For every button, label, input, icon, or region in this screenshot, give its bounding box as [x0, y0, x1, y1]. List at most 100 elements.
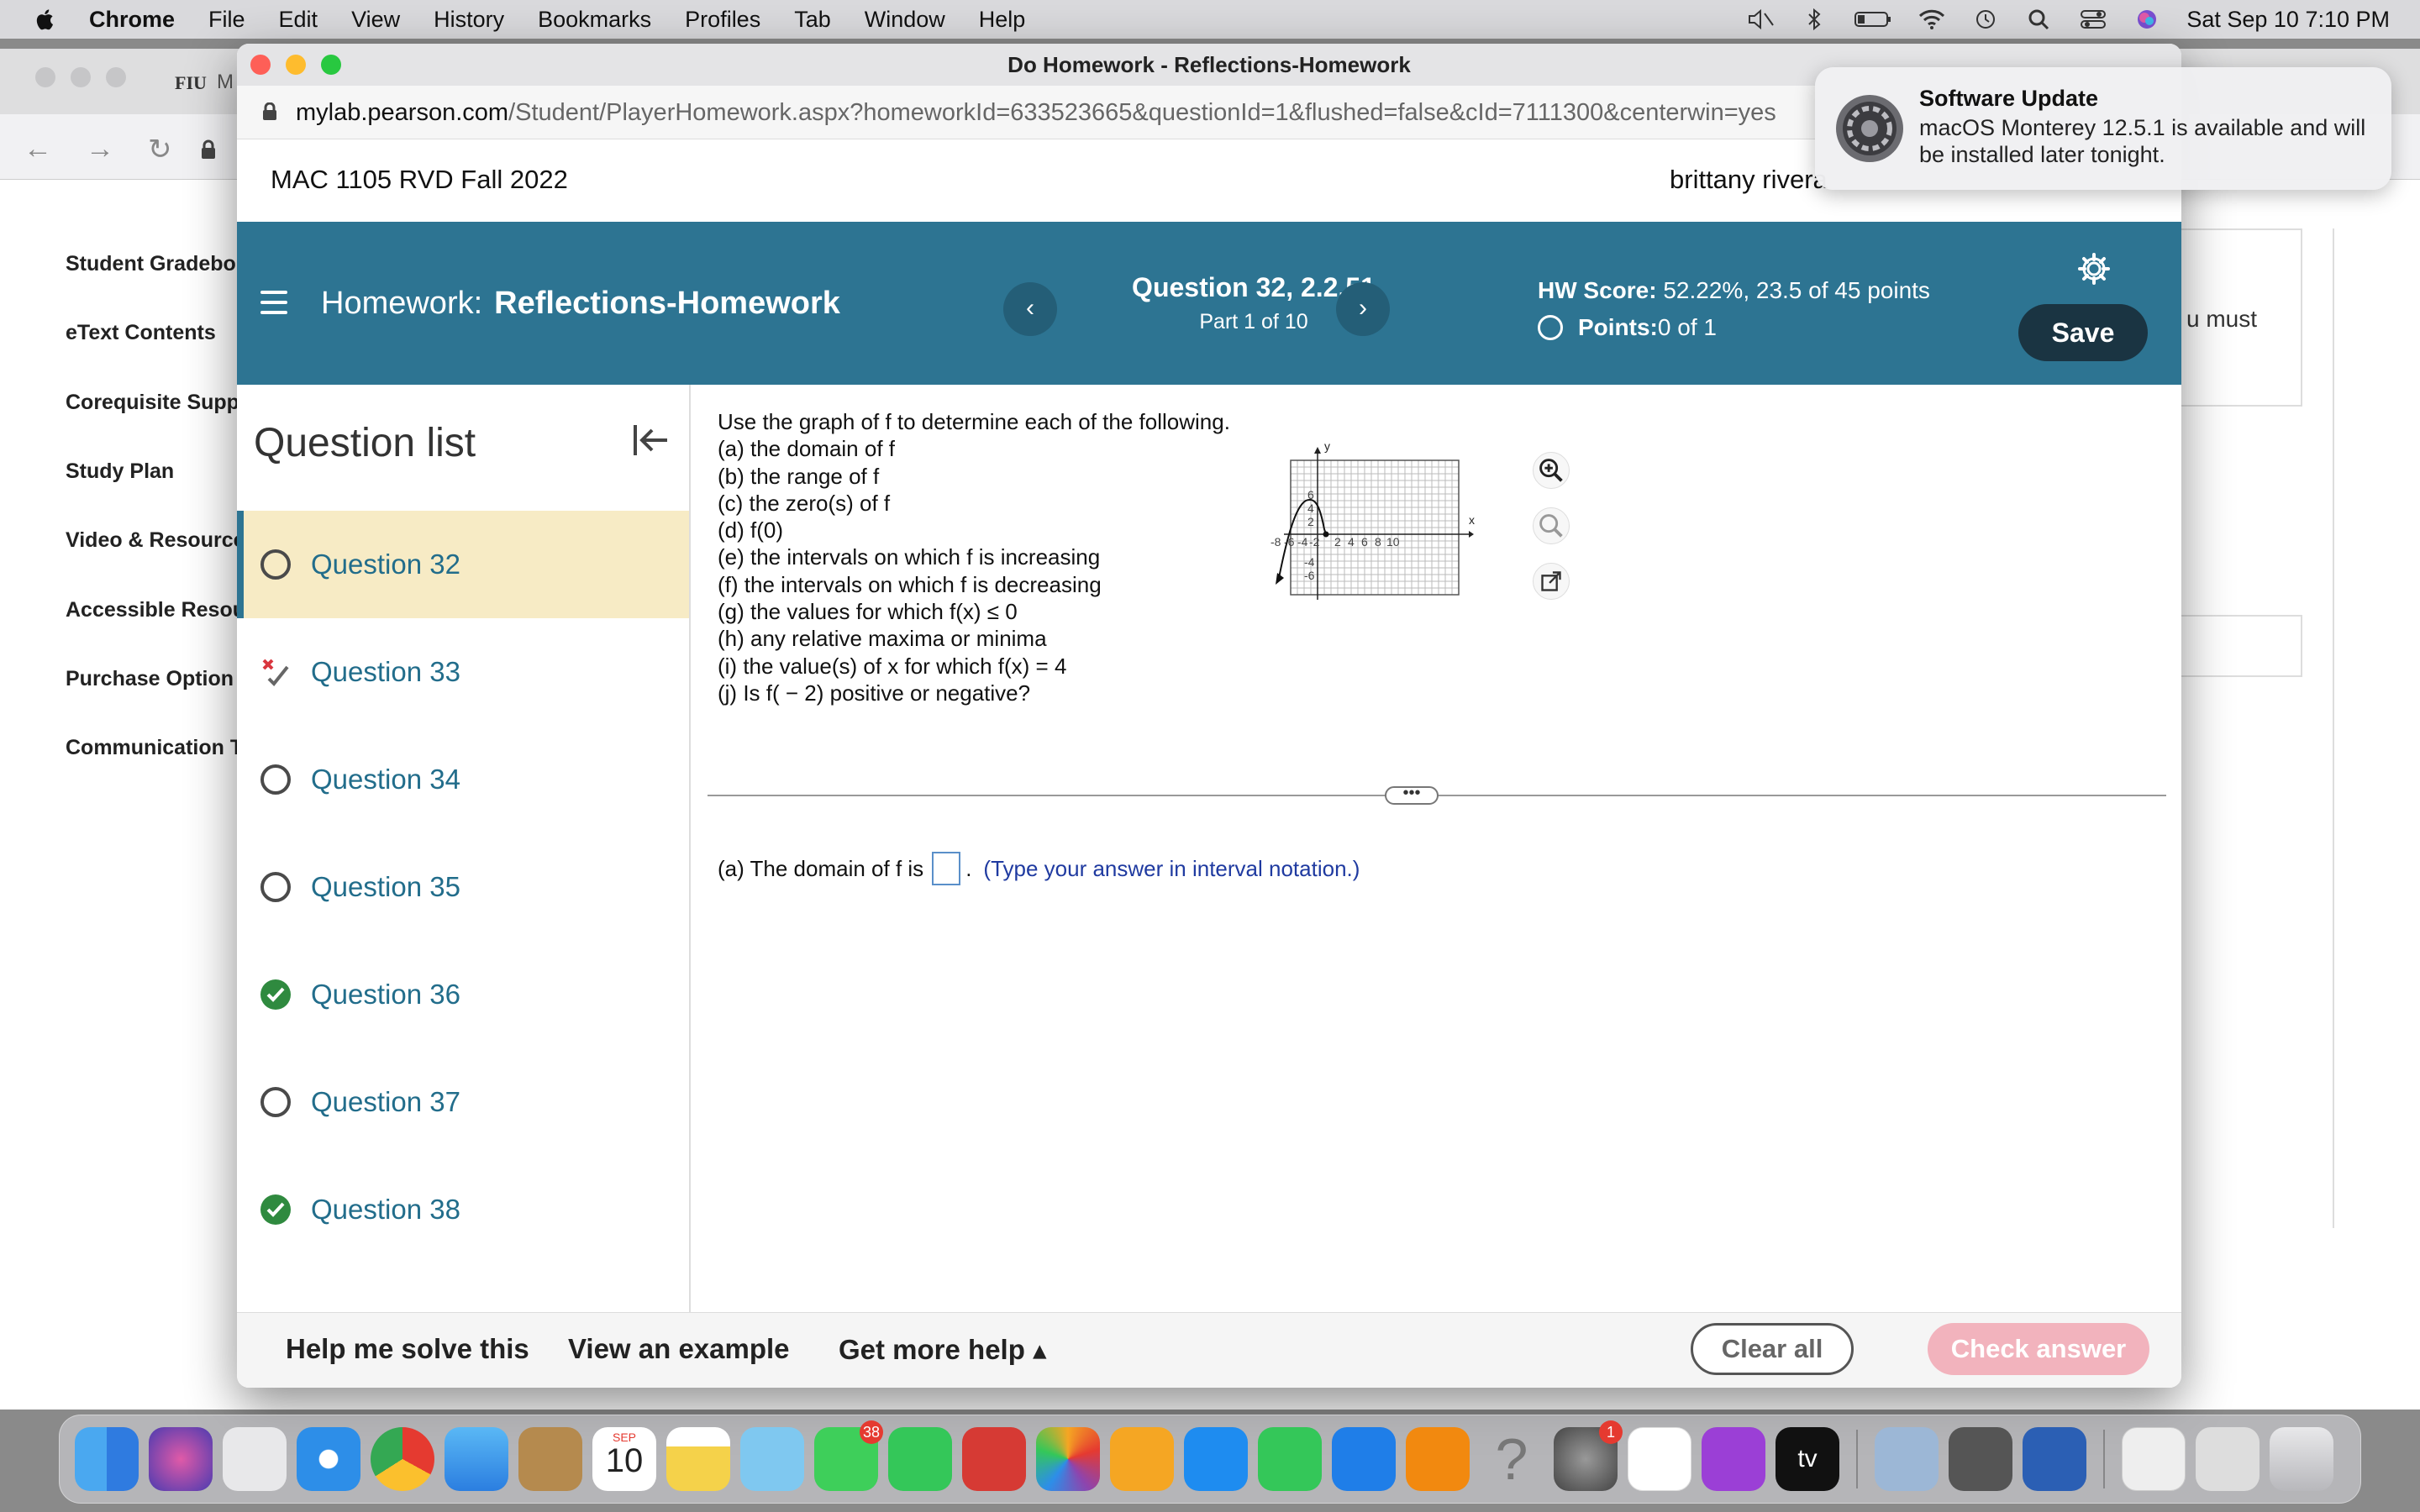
safari-icon[interactable] — [297, 1427, 360, 1491]
bg-right-text: u must — [2186, 306, 2258, 332]
back-arrow-icon[interactable]: ← — [24, 133, 52, 166]
bg-nav-etext[interactable]: eText Contents — [66, 321, 216, 345]
mute-icon[interactable] — [1746, 8, 1775, 30]
numbers-icon[interactable] — [1258, 1427, 1322, 1491]
notes-icon[interactable] — [666, 1427, 730, 1491]
close-window-button[interactable] — [250, 55, 271, 75]
bg-nav-purchase-options[interactable]: Purchase Option — [66, 667, 234, 691]
help-question-icon[interactable]: ? — [1480, 1427, 1544, 1491]
finder-icon[interactable] — [75, 1427, 139, 1491]
bg-zoom-dot[interactable] — [106, 67, 126, 87]
bg-tab-title[interactable]: M — [217, 71, 234, 94]
question-item-37[interactable]: Question 37 — [237, 1048, 689, 1156]
domain-answer-input[interactable] — [932, 852, 961, 885]
spotlight-search-icon[interactable] — [2025, 8, 2054, 30]
menu-window[interactable]: Window — [865, 7, 945, 33]
trash-icon[interactable] — [2270, 1427, 2333, 1491]
system-preferences-dock-icon[interactable]: 1 — [1554, 1420, 1623, 1491]
bg-nav-gradebook[interactable]: Student Gradebo — [66, 252, 236, 276]
preview-icon[interactable] — [1875, 1427, 1939, 1491]
get-more-help-button[interactable]: Get more help ▴ — [839, 1333, 1047, 1366]
minimize-window-button[interactable] — [286, 55, 306, 75]
collapse-panel-icon[interactable] — [630, 420, 671, 460]
zoom-in-icon[interactable] — [1533, 452, 1570, 489]
books-icon[interactable] — [1406, 1427, 1470, 1491]
software-update-notification[interactable]: Software Update macOS Monterey 12.5.1 is… — [1815, 67, 2391, 190]
apple-tv-icon[interactable]: tv — [1776, 1427, 1839, 1491]
reload-icon[interactable]: ↻ — [148, 133, 172, 166]
resize-handle[interactable]: ••• — [1385, 785, 1439, 805]
next-question-button[interactable]: › — [1336, 282, 1390, 336]
bg-close-dot[interactable] — [35, 67, 55, 87]
siri-icon[interactable] — [2133, 8, 2161, 30]
question-item-34[interactable]: Question 34 — [237, 726, 689, 833]
bg-nav-corequisite[interactable]: Corequisite Supp — [66, 391, 239, 415]
podcasts-icon[interactable] — [1702, 1427, 1765, 1491]
control-center-icon[interactable] — [2079, 8, 2107, 30]
apple-icon[interactable] — [32, 6, 59, 33]
forward-arrow-icon[interactable]: → — [86, 133, 114, 166]
question-item-36[interactable]: Question 36 — [237, 941, 689, 1048]
launchpad-icon[interactable] — [223, 1427, 287, 1491]
menu-edit[interactable]: Edit — [279, 7, 318, 33]
time-machine-icon[interactable] — [1971, 8, 2000, 30]
chrome-icon[interactable] — [371, 1427, 434, 1491]
photos-icon[interactable] — [1036, 1427, 1100, 1491]
bluetooth-icon[interactable] — [1800, 8, 1828, 30]
menu-profiles[interactable]: Profiles — [685, 7, 760, 33]
calculator-icon[interactable] — [1949, 1427, 2012, 1491]
view-example-button[interactable]: View an example — [568, 1333, 790, 1365]
menubar-clock[interactable]: Sat Sep 10 7:10 PM — [2186, 7, 2390, 33]
app-store-icon[interactable] — [1184, 1427, 1248, 1491]
bg-nav-study-plan[interactable]: Study Plan — [66, 459, 174, 484]
facetime-icon[interactable] — [888, 1427, 952, 1491]
word-icon[interactable] — [2023, 1427, 2086, 1491]
wifi-icon[interactable] — [1918, 8, 1946, 30]
user-name[interactable]: brittany rivera — [1670, 165, 1828, 195]
mail-icon[interactable] — [445, 1427, 508, 1491]
messages-icon[interactable]: 38 — [814, 1420, 883, 1491]
news-icon[interactable] — [1628, 1427, 1691, 1491]
question-item-33[interactable]: Question 33 — [237, 618, 689, 726]
question-item-35[interactable]: Question 35 — [237, 833, 689, 941]
menu-history[interactable]: History — [434, 7, 504, 33]
previous-question-button[interactable]: ‹ — [1003, 282, 1057, 336]
zoom-window-button[interactable] — [321, 55, 341, 75]
contacts-icon[interactable] — [518, 1427, 582, 1491]
menu-tab[interactable]: Tab — [794, 7, 831, 33]
bg-nav-video-resources[interactable]: Video & Resource — [66, 528, 245, 553]
keynote-icon[interactable] — [1332, 1427, 1396, 1491]
downloads-stack-icon[interactable] — [2196, 1427, 2260, 1491]
clear-all-button[interactable]: Clear all — [1691, 1323, 1854, 1375]
menu-file[interactable]: File — [208, 7, 245, 33]
help-me-solve-button[interactable]: Help me solve this — [286, 1333, 529, 1365]
points-label: Points: — [1578, 314, 1658, 340]
menu-bookmarks[interactable]: Bookmarks — [538, 7, 651, 33]
correct-check-icon — [260, 1194, 291, 1225]
pages-icon[interactable] — [1110, 1427, 1174, 1491]
check-answer-button[interactable]: Check answer — [1928, 1323, 2149, 1375]
menubar: Chrome File Edit View History Bookmarks … — [0, 0, 2420, 39]
question-item-38[interactable]: Question 38 — [237, 1156, 689, 1263]
zoom-out-icon[interactable] — [1533, 507, 1570, 544]
settings-gear-icon[interactable] — [2077, 252, 2111, 286]
menu-app-chrome[interactable]: Chrome — [89, 7, 175, 33]
question-item-32[interactable]: Question 32 — [237, 511, 689, 618]
maps-icon[interactable] — [740, 1427, 804, 1491]
document-file-icon[interactable] — [2122, 1427, 2186, 1491]
calendar-icon[interactable]: SEP 10 — [592, 1427, 656, 1491]
bg-minimize-dot[interactable] — [71, 67, 91, 87]
y-tick: 4 — [1307, 501, 1314, 515]
menu-view[interactable]: View — [351, 7, 400, 33]
menu-help[interactable]: Help — [979, 7, 1026, 33]
menu-icon[interactable] — [260, 291, 287, 316]
bg-tab-fiu-label[interactable]: FIU — [175, 72, 207, 94]
siri-app-icon[interactable] — [149, 1427, 213, 1491]
battery-icon[interactable] — [1854, 8, 1892, 30]
open-external-icon[interactable] — [1533, 563, 1570, 600]
bg-nav-communication[interactable]: Communication T — [66, 736, 243, 760]
x-tick: 10 — [1386, 535, 1400, 549]
bg-nav-accessible-resources[interactable]: Accessible Resou — [66, 598, 245, 622]
photo-booth-icon[interactable] — [962, 1427, 1026, 1491]
save-button[interactable]: Save — [2018, 304, 2148, 361]
